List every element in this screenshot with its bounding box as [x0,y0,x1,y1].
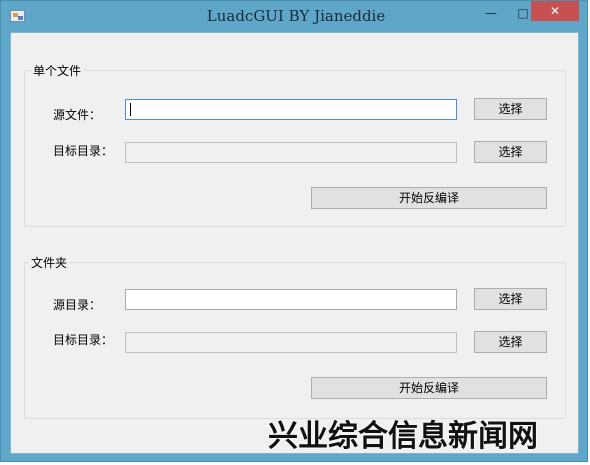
single-file-group-title: 单个文件 [31,62,84,79]
single-source-input[interactable] [125,99,457,120]
folder-source-input[interactable] [125,289,457,310]
folder-source-label: 源目录： [53,298,102,312]
client-area: 单个文件 源文件： 选择 目标目录： 选择 开始反编译 文件夹 源目录： 选择 … [10,32,579,454]
watermark-text: 兴业综合信息新闻网 [268,419,538,454]
title-bar[interactable]: LuadcGUI BY Jianeddie — □ ✕ [1,1,587,31]
text-caret [130,103,131,116]
folder-target-browse-button[interactable]: 选择 [474,331,547,353]
single-source-browse-button[interactable]: 选择 [474,98,547,120]
folder-decompile-button[interactable]: 开始反编译 [311,377,547,399]
close-button[interactable]: ✕ [531,1,579,21]
folder-target-label: 目标目录： [53,333,114,347]
single-decompile-button[interactable]: 开始反编译 [311,187,547,209]
minimize-button[interactable]: — [477,3,505,23]
folder-group-title: 文件夹 [29,254,70,271]
main-window: LuadcGUI BY Jianeddie — □ ✕ 单个文件 源文件： 选择… [0,0,588,462]
folder-target-input[interactable] [125,332,457,353]
single-target-input[interactable] [125,142,457,163]
folder-source-browse-button[interactable]: 选择 [474,288,547,310]
single-target-browse-button[interactable]: 选择 [474,141,547,163]
single-source-label: 源文件： [53,108,102,122]
single-target-label: 目标目录： [53,144,114,158]
